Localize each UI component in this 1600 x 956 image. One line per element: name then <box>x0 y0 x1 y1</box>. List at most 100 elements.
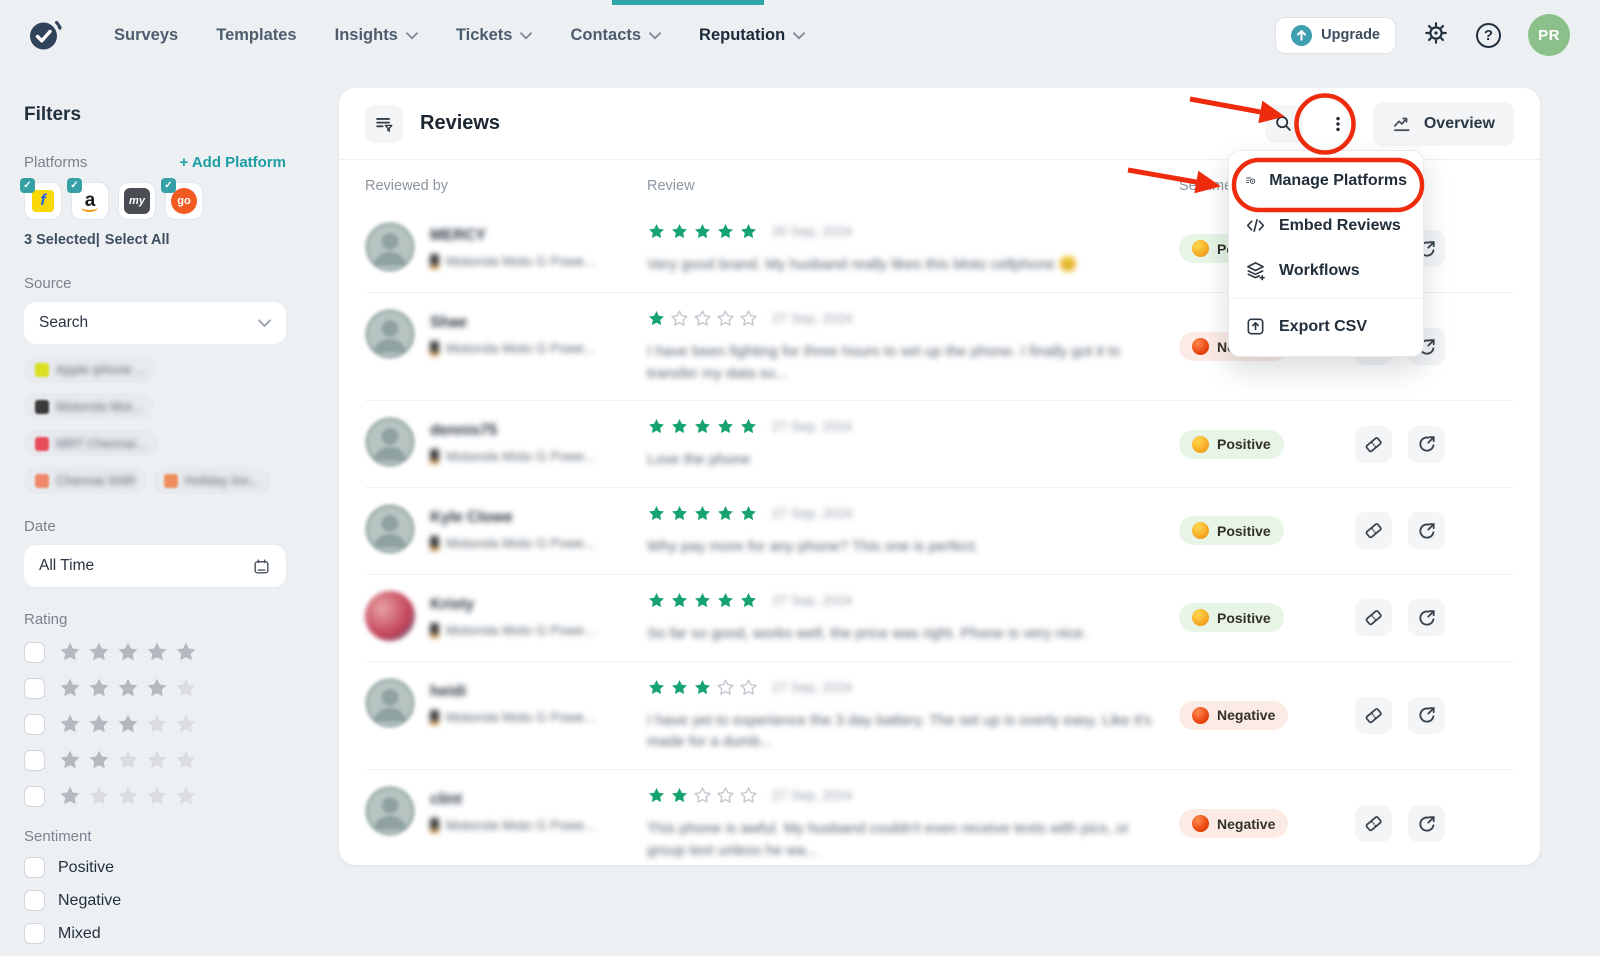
rating-label: Rating <box>24 611 286 628</box>
star-icon <box>739 591 758 610</box>
review-row: heidi Motorola Moto G Powe... 27 Sep, 20… <box>365 661 1514 770</box>
nav-item-contacts[interactable]: Contacts <box>570 26 661 45</box>
create-ticket-button[interactable] <box>1355 697 1392 734</box>
rating-checkbox[interactable] <box>24 714 45 735</box>
rating-filter-row <box>24 676 286 700</box>
review-stars: 27 Sep, 2024 <box>647 504 1179 523</box>
sentiment-checkbox[interactable] <box>24 890 45 911</box>
create-ticket-button[interactable] <box>1355 512 1392 549</box>
platform-flipkart[interactable]: ✓ f <box>24 182 62 220</box>
menu-item-workflows[interactable]: Workflows <box>1229 248 1423 293</box>
rating-checkbox[interactable] <box>24 642 45 663</box>
nav-item-surveys[interactable]: Surveys <box>114 26 178 45</box>
reviewer-cell: clint Motorola Moto G Powe... <box>365 786 647 836</box>
sentiment-emoji-icon <box>1192 522 1209 539</box>
nav-items: Surveys Templates Insights Tickets Conta… <box>114 26 805 45</box>
reviewed-product: Motorola Moto G Powe... <box>430 341 595 356</box>
review-date: 27 Sep, 2024 <box>772 506 852 521</box>
user-avatar[interactable]: PR <box>1528 14 1570 56</box>
star-icon <box>647 678 666 697</box>
date-select[interactable]: All Time <box>24 545 286 587</box>
menu-item-manage-platforms[interactable]: Manage Platforms <box>1229 158 1423 203</box>
sentiment-checkbox[interactable] <box>24 923 45 944</box>
review-stars: 27 Sep, 2024 <box>647 786 1179 805</box>
rating-stars <box>58 784 198 808</box>
kebab-menu-button[interactable] <box>1319 105 1357 143</box>
source-tag-icon <box>35 437 49 451</box>
source-tag[interactable]: Chennai SNR <box>24 467 147 494</box>
source-tag[interactable]: Motorola Mot... <box>24 393 154 420</box>
nav-item-tickets[interactable]: Tickets <box>456 26 533 45</box>
source-tag[interactable]: Apple iphone ... <box>24 356 157 383</box>
open-review-button[interactable] <box>1408 426 1445 463</box>
nav-item-label: Templates <box>216 26 296 45</box>
review-filter-icon[interactable] <box>365 105 403 143</box>
reviewer-cell: Kristy Motorola Moto G Powe... <box>365 591 647 641</box>
reviewed-product: Motorola Moto G Powe... <box>430 536 595 551</box>
platform-goibibo[interactable]: ✓ go <box>165 182 203 220</box>
open-review-button[interactable] <box>1408 805 1445 842</box>
row-actions <box>1355 697 1514 734</box>
settings-gear-icon[interactable] <box>1423 20 1449 51</box>
product-label: Motorola Moto G Powe... <box>446 623 595 638</box>
platform-makemytrip[interactable]: my <box>118 182 156 220</box>
rating-checkbox[interactable] <box>24 786 45 807</box>
product-phone-icon <box>430 710 439 725</box>
open-review-button[interactable] <box>1408 697 1445 734</box>
overview-button[interactable]: Overview <box>1373 102 1514 146</box>
sentiment-badge-label: Positive <box>1217 610 1271 626</box>
sentiment-badge: Negative <box>1179 809 1288 838</box>
select-all-link[interactable]: Select All <box>105 232 170 248</box>
upgrade-button[interactable]: Upgrade <box>1275 17 1396 54</box>
nav-item-insights[interactable]: Insights <box>335 26 418 45</box>
sentiment-checkbox[interactable] <box>24 857 45 878</box>
star-icon <box>58 748 82 772</box>
app-logo[interactable] <box>26 16 64 54</box>
platform-check-badge: ✓ <box>20 178 35 193</box>
star-icon <box>739 786 758 805</box>
sentiment-emoji-icon <box>1192 815 1209 832</box>
source-label: Source <box>24 275 286 292</box>
create-ticket-button[interactable] <box>1355 805 1392 842</box>
star-icon <box>87 712 111 736</box>
rating-checkbox[interactable] <box>24 750 45 771</box>
create-ticket-button[interactable] <box>1355 599 1392 636</box>
star-icon <box>693 591 712 610</box>
product-label: Motorola Moto G Powe... <box>446 536 595 551</box>
open-review-button[interactable] <box>1408 599 1445 636</box>
platform-amazon[interactable]: ✓ a <box>71 182 109 220</box>
star-icon <box>58 712 82 736</box>
star-icon <box>116 784 140 808</box>
nav-item-label: Tickets <box>456 26 513 45</box>
sentiment-emoji-icon <box>1192 240 1209 257</box>
star-icon <box>670 786 689 805</box>
layers-icon <box>1245 260 1266 281</box>
source-tag[interactable]: Holiday Inn... <box>153 467 272 494</box>
create-ticket-button[interactable] <box>1355 426 1392 463</box>
reviewed-product: Motorola Moto G Powe... <box>430 623 595 638</box>
add-platform-button[interactable]: + Add Platform <box>179 154 286 171</box>
nav-item-reputation[interactable]: Reputation <box>699 26 805 45</box>
nav-item-templates[interactable]: Templates <box>216 26 296 45</box>
reviewed-product: Motorola Moto G Powe... <box>430 818 595 833</box>
search-button[interactable] <box>1265 105 1303 143</box>
menu-item-export-csv[interactable]: Export CSV <box>1229 304 1423 349</box>
nav-item-label: Surveys <box>114 26 178 45</box>
row-actions <box>1355 426 1514 463</box>
menu-item-embed-reviews[interactable]: Embed Reviews <box>1229 203 1423 248</box>
star-icon <box>116 640 140 664</box>
source-search-select[interactable]: Search <box>24 302 286 344</box>
rating-filter-row <box>24 640 286 664</box>
help-icon[interactable]: ? <box>1476 23 1501 48</box>
nav-item-label: Reputation <box>699 26 785 45</box>
upgrade-label: Upgrade <box>1321 27 1380 43</box>
open-review-button[interactable] <box>1408 512 1445 549</box>
row-actions <box>1355 512 1514 549</box>
star-icon <box>670 222 689 241</box>
rating-checkbox[interactable] <box>24 678 45 699</box>
star-icon <box>693 678 712 697</box>
rating-stars <box>58 712 198 736</box>
platform-logo-icon: go <box>171 188 197 214</box>
source-tag[interactable]: MRT Chennai... <box>24 430 158 457</box>
source-tag-icon <box>35 474 49 488</box>
